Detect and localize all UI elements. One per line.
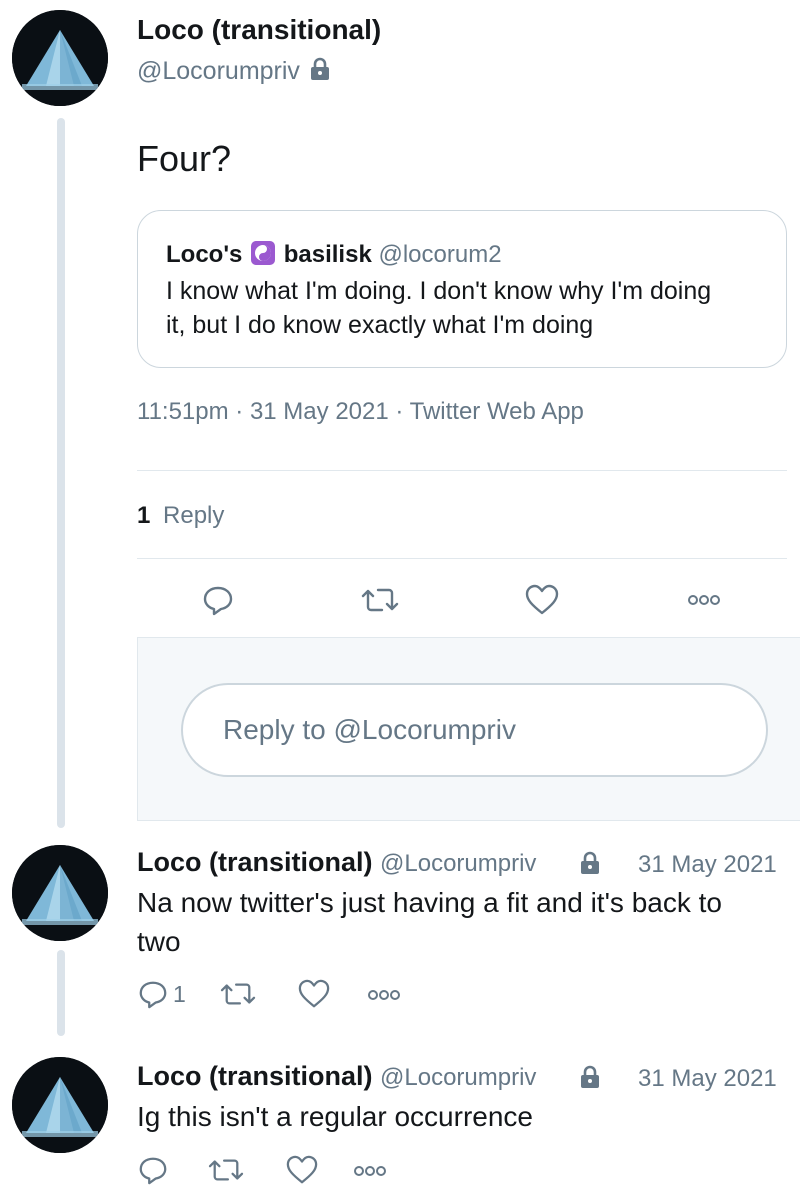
- quoted-name-prefix: Loco's: [166, 241, 243, 268]
- reply-count-label: Reply: [163, 502, 225, 529]
- divider: [137, 470, 787, 471]
- author-handle[interactable]: @Locorumpriv: [380, 1064, 536, 1091]
- author-name[interactable]: Loco (transitional): [137, 14, 381, 46]
- retweet-button[interactable]: [358, 580, 402, 620]
- lock-icon: [307, 56, 333, 89]
- more-button[interactable]: [364, 980, 404, 1010]
- reply-header: Loco (transitional) @Locorumpriv: [137, 1061, 536, 1092]
- quoted-handle: @locorum2: [378, 241, 502, 268]
- author-handle[interactable]: @Locorumpriv: [137, 57, 300, 85]
- thread-line: [57, 118, 65, 828]
- thread-line: [57, 950, 65, 1036]
- reply-date[interactable]: 31 May 2021: [638, 1065, 777, 1093]
- more-icon: [368, 990, 400, 1000]
- reply-input[interactable]: [181, 683, 768, 777]
- quoted-tweet[interactable]: Loco's basilisk @locorum2 I know what I'…: [137, 210, 787, 368]
- retweet-button[interactable]: [216, 976, 260, 1012]
- reply-icon: [139, 1157, 167, 1185]
- avatar[interactable]: [12, 845, 108, 941]
- retweet-button[interactable]: [204, 1152, 248, 1188]
- quoted-text-line1: I know what I'm doing. I don't know why …: [166, 277, 712, 305]
- author-name[interactable]: Loco (transitional): [137, 1061, 373, 1091]
- avatar[interactable]: [12, 10, 108, 106]
- reply-icon: [139, 981, 167, 1009]
- reply-icon: [203, 586, 233, 616]
- author-handle-row: @Locorumpriv: [137, 56, 333, 89]
- divider: [137, 558, 787, 559]
- author-handle[interactable]: @Locorumpriv: [380, 850, 536, 877]
- heart-icon: [286, 1155, 318, 1184]
- avatar[interactable]: [12, 1057, 108, 1153]
- reply-stats[interactable]: 1 Reply: [137, 502, 224, 530]
- reply-text-line2: two: [137, 926, 181, 957]
- reply-count: 1: [137, 502, 151, 529]
- like-button[interactable]: [282, 1152, 322, 1188]
- author-name[interactable]: Loco (transitional): [137, 847, 373, 877]
- retweet-icon: [361, 588, 399, 612]
- retweet-icon: [208, 1159, 244, 1181]
- reply-header: Loco (transitional) @Locorumpriv: [137, 847, 536, 878]
- like-button[interactable]: [522, 580, 562, 620]
- more-button[interactable]: [684, 582, 724, 618]
- tweet-timestamp[interactable]: 11:51pm · 31 May 2021 · Twitter Web App: [137, 398, 584, 426]
- reply-text-line1: Na now twitter's just having a fit and i…: [137, 887, 722, 918]
- tweet-text: Four?: [137, 138, 232, 179]
- more-icon: [354, 1166, 386, 1176]
- reply-date[interactable]: 31 May 2021: [638, 851, 777, 879]
- quoted-header: Loco's basilisk @locorum2: [166, 241, 502, 269]
- lock-icon: [577, 850, 603, 881]
- more-icon: [688, 595, 720, 605]
- heart-icon: [298, 979, 330, 1008]
- like-button[interactable]: [294, 976, 334, 1012]
- quoted-text-line2: it, but I do know exactly what I'm doing: [166, 311, 594, 339]
- retweet-icon: [220, 983, 256, 1005]
- yin-yang-icon: [251, 241, 276, 265]
- reply-button[interactable]: [198, 580, 238, 620]
- reply-text-line1: Ig this isn't a regular occurrence: [137, 1101, 533, 1132]
- quoted-name-suffix: basilisk: [283, 241, 372, 268]
- heart-icon: [525, 584, 559, 615]
- more-button[interactable]: [350, 1156, 390, 1186]
- lock-icon: [577, 1064, 603, 1095]
- reply-button[interactable]: 1: [137, 976, 197, 1012]
- reply-count: 1: [173, 980, 186, 1007]
- reply-button[interactable]: [137, 1152, 177, 1188]
